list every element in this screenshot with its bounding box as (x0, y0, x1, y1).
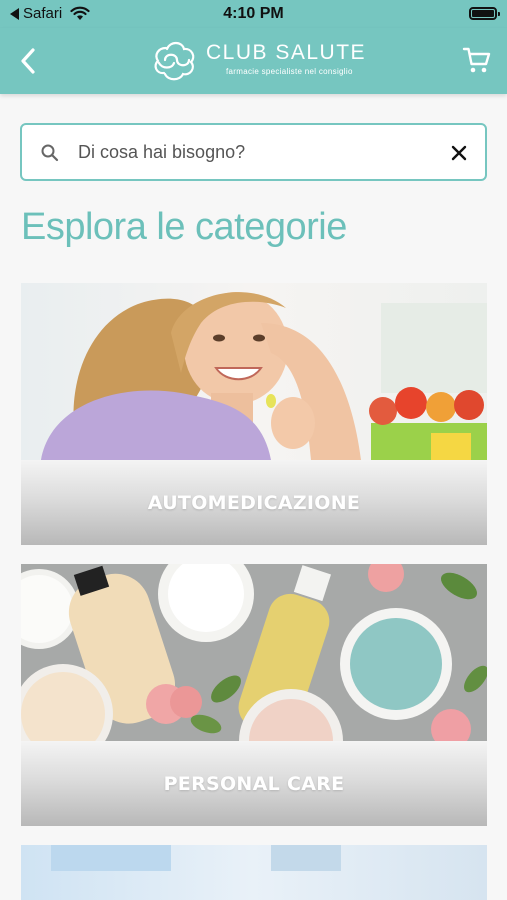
search-box (20, 123, 487, 181)
close-icon (451, 145, 467, 161)
category-card-personal-care[interactable]: PERSONAL CARE (21, 564, 487, 826)
clear-search-button[interactable] (449, 143, 469, 163)
battery-icon (469, 7, 500, 20)
search-icon (41, 144, 59, 162)
category-card-partial[interactable] (21, 845, 487, 900)
logo-mark-icon (154, 41, 195, 81)
chevron-left-icon (21, 48, 35, 74)
back-button[interactable] (14, 44, 44, 78)
brand-tagline: farmacie specialiste nel consiglio (226, 67, 353, 76)
cart-button[interactable] (461, 44, 493, 76)
section-title: Esplora le categorie (21, 206, 347, 248)
status-bar: Safari 4:10 PM (0, 0, 507, 28)
category-label-bar: PERSONAL CARE (21, 741, 487, 826)
app-header: CLUB SALUTE farmacie specialiste nel con… (0, 28, 507, 94)
brand-title: CLUB SALUTE (206, 41, 367, 64)
category-image-partial (21, 845, 487, 900)
cart-icon (462, 47, 491, 73)
category-label-bar: AUTOMEDICAZIONE (21, 460, 487, 545)
status-time: 4:10 PM (223, 5, 284, 22)
search-input[interactable] (78, 137, 438, 167)
brand-logo: CLUB SALUTE farmacie specialiste nel con… (150, 38, 370, 84)
category-image-automedicazione (21, 283, 487, 460)
category-card-automedicazione[interactable]: AUTOMEDICAZIONE (21, 283, 487, 545)
category-label: AUTOMEDICAZIONE (147, 491, 361, 514)
category-label: PERSONAL CARE (163, 772, 345, 795)
category-image-personal-care (21, 564, 487, 741)
